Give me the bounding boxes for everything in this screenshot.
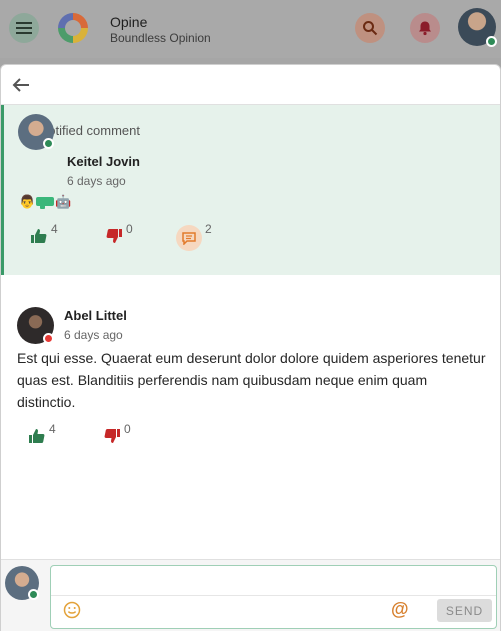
- avatar[interactable]: [17, 307, 54, 344]
- emoji-man: 👨: [19, 194, 36, 209]
- dislike-count: 0: [124, 422, 131, 436]
- like-count: 4: [51, 222, 58, 236]
- thumbs-down-icon: [104, 429, 120, 443]
- menu-button[interactable]: [9, 13, 39, 43]
- comment-input-box: @ SEND: [50, 565, 497, 629]
- replies-button[interactable]: 2: [176, 222, 212, 251]
- menu-icon: [16, 22, 32, 34]
- modal-header: [1, 65, 500, 105]
- comment-input[interactable]: [57, 570, 490, 592]
- reply-text: Est qui esse. Quaerat eum deserunt dolor…: [17, 350, 486, 410]
- thumbs-up-icon: [31, 229, 47, 243]
- search-icon: [363, 21, 378, 36]
- arrow-left-icon: [12, 78, 29, 92]
- avatar[interactable]: [18, 114, 54, 150]
- comment-thread-modal: notified comment Keitel Jovin 6 days ago…: [0, 64, 501, 631]
- user-avatar[interactable]: [458, 8, 497, 47]
- notified-comment: notified comment: [1, 105, 500, 275]
- bell-icon: [419, 21, 431, 36]
- dislike-count: 0: [126, 222, 133, 236]
- like-count: 4: [49, 422, 56, 436]
- notifications-button[interactable]: [410, 13, 440, 43]
- top-app-bar: Opine Boundless Opinion: [0, 0, 501, 58]
- comment-icon: [182, 231, 196, 245]
- thumbs-down-icon: [106, 229, 122, 243]
- emoji-picker-icon[interactable]: [63, 601, 81, 619]
- water-gun-icon: [36, 197, 55, 209]
- online-status-dot: [28, 589, 39, 600]
- online-status-dot: [43, 138, 54, 149]
- my-avatar: [5, 566, 39, 600]
- search-button[interactable]: [355, 13, 385, 43]
- dislike-button[interactable]: 0: [103, 422, 131, 444]
- app-name: Opine: [110, 14, 148, 30]
- back-button[interactable]: [11, 75, 31, 95]
- reply-author[interactable]: Abel Littel: [64, 308, 127, 323]
- logo-icon: [58, 13, 88, 43]
- comment-time: 6 days ago: [67, 174, 126, 188]
- comment-bubble: [176, 225, 202, 251]
- offline-status-dot: [43, 333, 54, 344]
- send-button[interactable]: SEND: [437, 599, 492, 622]
- comment-composer: @ SEND: [1, 559, 500, 631]
- like-button[interactable]: 4: [30, 222, 58, 244]
- input-divider: [51, 595, 496, 596]
- online-status-dot: [486, 36, 497, 47]
- app-subtitle: Boundless Opinion: [110, 31, 211, 45]
- emoji-robot: 🤖: [55, 194, 72, 209]
- mention-button[interactable]: @: [391, 599, 409, 620]
- reply-time: 6 days ago: [64, 328, 123, 342]
- like-button[interactable]: 4: [28, 422, 56, 444]
- reply-count: 2: [205, 222, 212, 236]
- comment-author[interactable]: Keitel Jovin: [67, 154, 140, 169]
- dislike-button[interactable]: 0: [105, 222, 133, 244]
- notified-label: notified comment: [41, 123, 140, 138]
- comment-emojis: 👨 🤖: [19, 194, 71, 210]
- thumbs-up-icon: [29, 429, 45, 443]
